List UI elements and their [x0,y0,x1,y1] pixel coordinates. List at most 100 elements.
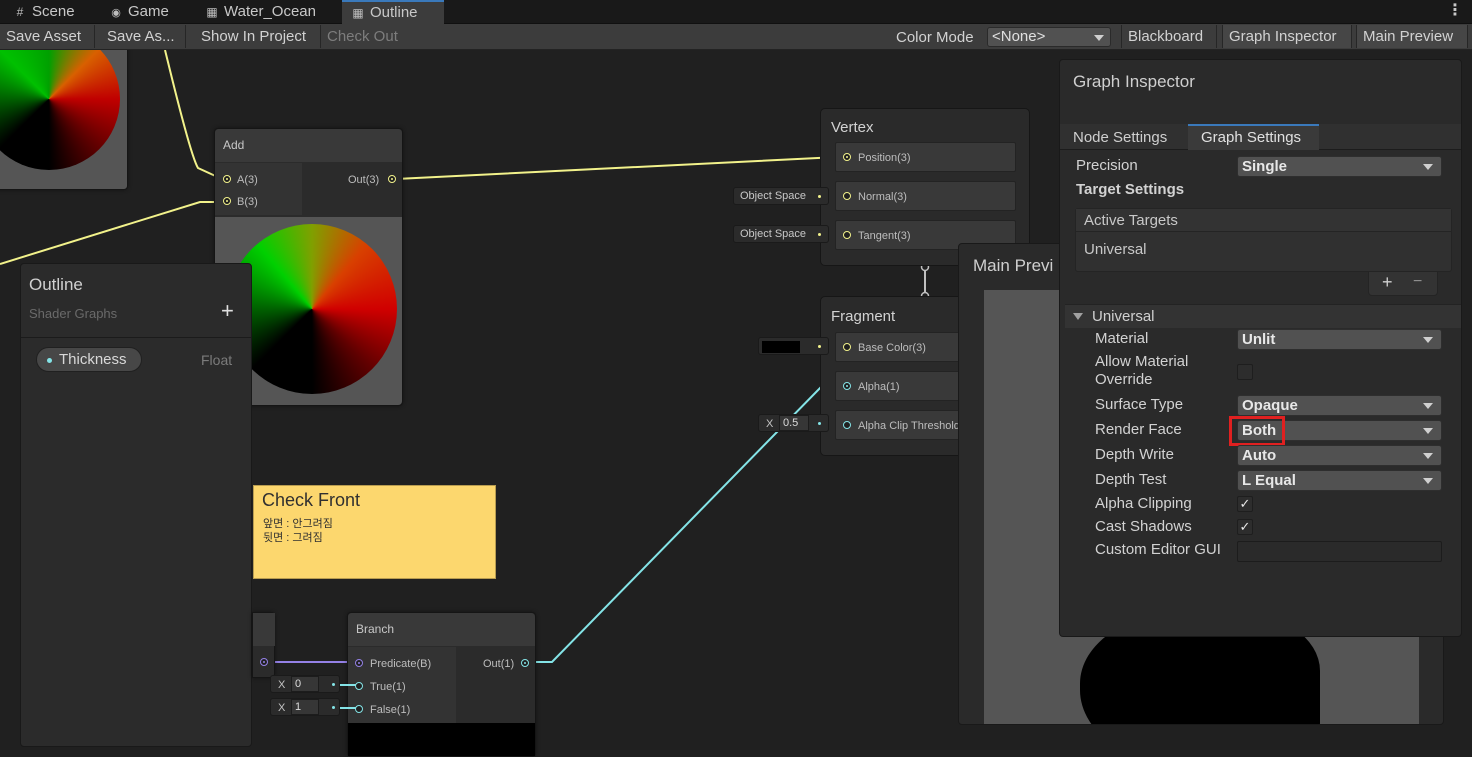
fragment-block-base-color[interactable]: Base Color(3) [835,332,975,362]
alpha-clip-port[interactable] [843,421,851,429]
preview-sphere [227,224,397,394]
inspector-title: Graph Inspector [1073,72,1195,91]
add-label-a: A(3) [237,174,258,186]
base-color-label: Base Color(3) [858,342,926,354]
normal-port[interactable] [843,192,851,200]
active-targets-list[interactable]: Active Targets Universal [1075,208,1452,272]
chevron-down-icon [1423,337,1433,343]
surface-type-dropdown[interactable]: Opaque [1237,395,1442,416]
fragment-block-alpha[interactable]: Alpha(1) [835,371,975,401]
slot-wire [340,707,356,709]
alpha-port[interactable] [843,382,851,390]
target-universal[interactable]: Universal [1084,241,1147,258]
slot-dot [818,195,821,198]
custom-editor-input[interactable] [1237,541,1442,562]
branch-node[interactable]: Branch Predicate(B) True(1) False(1) Out… [347,612,536,757]
vertex-block-position[interactable]: Position(3) [835,142,1016,172]
tangent-port[interactable] [843,231,851,239]
true-value-slot[interactable]: X 0 [270,675,340,693]
depth-test-dropdown[interactable]: L Equal [1237,470,1442,491]
fragment-context[interactable]: Fragment Base Color(3) Alpha(1) Alpha Cl… [820,296,975,456]
preview-node-partial[interactable] [0,50,128,190]
graph-inspector-toggle[interactable]: Graph Inspector [1222,25,1352,48]
sticky-note[interactable]: Check Front 앞면 : 안그려짐 뒷면 : 그려짐 [253,485,496,579]
alpha-label: Alpha(1) [858,381,900,393]
material-dropdown[interactable]: Unlit [1237,329,1442,350]
graph-canvas[interactable]: Add A(3) B(3) Out(3) Vertex Position(3) … [0,50,1472,757]
add-node-inputs [215,163,302,215]
tangent-label: Tangent(3) [858,230,911,242]
true-port[interactable] [355,682,363,690]
property-name: Thickness [59,351,127,368]
add-label-out: Out(3) [348,174,380,186]
add-target-button[interactable]: + [1382,272,1393,293]
blackboard-title: Outline [29,275,83,294]
check-out-button[interactable]: Check Out [321,25,409,48]
tab-game[interactable]: ◉ Game [100,0,192,24]
tab-scene[interactable]: # Scene [4,0,100,24]
precision-dropdown[interactable]: Single [1237,156,1442,177]
cast-shadows-checkbox[interactable]: ✓ [1237,519,1253,535]
tab-graph-settings[interactable]: Graph Settings [1188,124,1319,150]
branch-preview [348,723,535,756]
depth-write-dropdown[interactable]: Auto [1237,445,1442,466]
show-in-project-button[interactable]: Show In Project [195,25,321,48]
tangent-space-slot[interactable]: Object Space [733,225,829,243]
slot-dot [818,345,821,348]
toolbar: Save Asset Save As... Show In Project Ch… [0,24,1472,50]
fragment-block-alpha-clip[interactable]: Alpha Clip Threshold [835,410,975,440]
add-port-b[interactable] [223,197,231,205]
partial-out-port[interactable] [260,658,268,666]
tab-outline[interactable]: ▦ Outline [342,0,444,24]
alpha-clipping-checkbox[interactable]: ✓ [1237,496,1253,512]
add-label-b: B(3) [237,196,258,208]
position-port[interactable] [843,153,851,161]
alpha-clip-field[interactable]: 0.5 [779,415,809,431]
main-preview-toggle[interactable]: Main Preview [1356,25,1468,48]
normal-space-slot[interactable]: Object Space [733,187,829,205]
precision-label: Precision [1076,157,1138,174]
allow-override-checkbox[interactable] [1237,364,1253,380]
add-node-title: Add [215,129,402,162]
more-options-icon[interactable]: ⋮ [1447,2,1463,22]
predicate-port[interactable] [355,659,363,667]
false-value-slot[interactable]: X 1 [270,698,340,716]
add-property-button[interactable]: + [221,298,234,324]
true-value-field[interactable]: 0 [291,676,319,692]
color-mode-dropdown[interactable]: <None> [987,27,1111,47]
shader-graph-icon: ▦ [206,5,218,19]
save-as-button[interactable]: Save As... [101,25,186,48]
tab-water-ocean[interactable]: ▦ Water_Ocean [196,0,338,24]
blackboard-subtitle: Shader Graphs [29,306,118,321]
shader-graph-icon: ▦ [352,6,364,20]
branch-out-port[interactable] [521,659,529,667]
color-mode-label: Color Mode [896,29,974,46]
property-pill[interactable]: Thickness [36,347,142,372]
allow-override-label-2: Override [1095,371,1153,388]
add-port-a[interactable] [223,175,231,183]
vertex-block-normal[interactable]: Normal(3) [835,181,1016,211]
false-value-field[interactable]: 1 [291,699,319,715]
color-swatch[interactable] [762,341,800,353]
slot-dot [818,422,821,425]
wire-b [0,201,222,265]
gamepad-icon: ◉ [111,7,121,19]
depth-write-label: Depth Write [1095,446,1174,463]
render-face-label: Render Face [1095,421,1182,438]
universal-section-header[interactable]: Universal [1065,304,1461,328]
blackboard-panel[interactable]: Outline Shader Graphs + Thickness Float [20,263,252,747]
normal-label: Normal(3) [858,191,907,203]
blackboard-toggle[interactable]: Blackboard [1121,25,1217,48]
remove-target-button[interactable]: − [1413,273,1422,291]
add-port-out[interactable] [388,175,396,183]
graph-inspector-panel[interactable]: Graph Inspector Node Settings Graph Sett… [1059,59,1462,637]
false-port[interactable] [355,705,363,713]
partial-node[interactable] [252,612,275,678]
highlight-box [1229,416,1285,446]
base-color-port[interactable] [843,343,851,351]
tab-node-settings[interactable]: Node Settings [1073,129,1167,146]
save-asset-button[interactable]: Save Asset [0,25,95,48]
cast-shadows-label: Cast Shadows [1095,518,1192,535]
foldout-arrow-icon [1073,313,1083,320]
depth-test-label: Depth Test [1095,471,1167,488]
